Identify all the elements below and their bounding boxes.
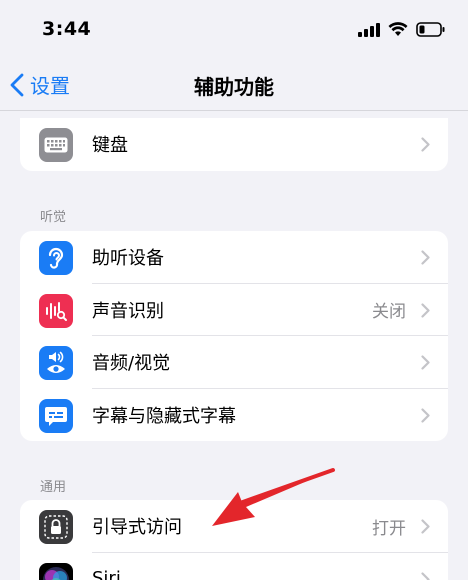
navigation-bar: 设置 辅助功能 [0, 60, 468, 110]
list-item-hearing-devices[interactable]: 助听设备 [20, 231, 448, 284]
cellular-signal-icon [358, 22, 380, 37]
list-item-guided-access[interactable]: 引导式访问 打开 [20, 500, 448, 553]
battery-icon [416, 22, 445, 37]
status-bar: 3:44 [0, 0, 468, 60]
section-header-general: 通用 [40, 480, 67, 495]
ear-icon [39, 241, 73, 275]
captions-icon [39, 398, 73, 433]
list-item-label: 引导式访问 [92, 517, 182, 539]
chevron-right-icon [421, 250, 430, 265]
section-header-hearing: 听觉 [40, 210, 67, 225]
page-title: 辅助功能 [194, 75, 274, 99]
chevron-right-icon [421, 571, 430, 580]
list-item-label: Siri [92, 568, 121, 580]
list-item-captions[interactable]: 字幕与隐藏式字幕 [20, 389, 448, 442]
list-item-siri[interactable]: Siri [20, 553, 448, 580]
chevron-right-icon [421, 302, 430, 318]
settings-group-top: 键盘 [20, 118, 448, 171]
list-item-label: 声音识别 [92, 300, 164, 322]
list-item-sound-recognition[interactable]: 声音识别 关闭 [20, 284, 448, 336]
audio-visual-icon [39, 346, 73, 380]
wifi-icon [388, 22, 408, 36]
siri-icon [39, 562, 73, 580]
status-time: 3:44 [42, 18, 92, 40]
status-icons [358, 22, 446, 37]
settings-group-general: 引导式访问 打开 Siri [20, 500, 448, 580]
nav-divider [0, 110, 468, 111]
chevron-right-icon [421, 407, 430, 423]
keyboard-icon [39, 128, 73, 162]
list-item-label: 音频/视觉 [92, 353, 171, 375]
settings-group-hearing: 助听设备 声音识别 关闭 音频/视觉 字幕与隐藏式字幕 [20, 231, 448, 441]
chevron-right-icon [421, 519, 430, 534]
list-item-audio-visual[interactable]: 音频/视觉 [20, 336, 448, 389]
chevron-right-icon [421, 137, 430, 152]
list-item-value: 打开 [372, 518, 406, 539]
lock-icon [39, 510, 73, 544]
list-item-label: 字幕与隐藏式字幕 [92, 405, 236, 427]
sound-recognition-icon [39, 293, 73, 328]
list-item-label: 键盘 [92, 135, 128, 157]
list-item-keyboard[interactable]: 键盘 [20, 118, 448, 171]
list-item-label: 助听设备 [92, 248, 164, 270]
chevron-right-icon [421, 355, 430, 370]
list-item-value: 关闭 [372, 302, 406, 323]
